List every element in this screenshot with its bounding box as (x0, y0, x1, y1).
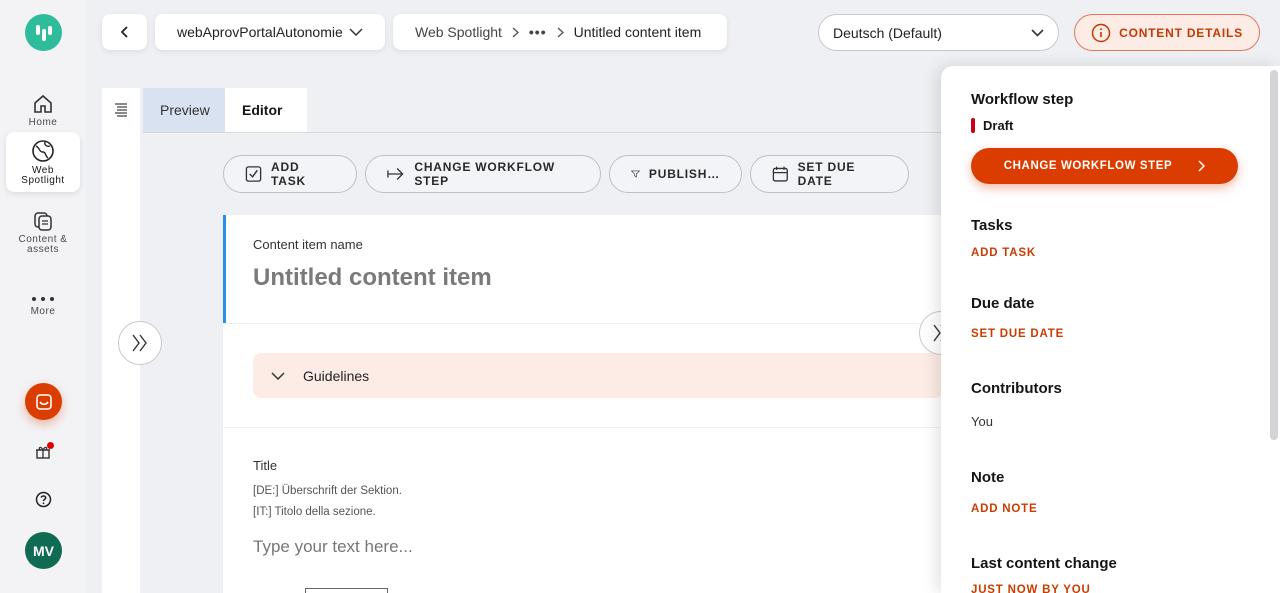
contributors-heading: Contributors (971, 380, 1062, 397)
more-dots-icon (32, 296, 54, 301)
contributor-name: You (971, 414, 993, 429)
chevron-right-icon (512, 26, 519, 38)
chevron-down-icon (271, 371, 285, 380)
notification-dot (47, 442, 54, 449)
content-details-label: CONTENT DETAILS (1119, 25, 1243, 40)
globe-icon (32, 139, 54, 162)
nav-more-label: More (30, 305, 56, 317)
nav-web-spotlight-label: Web Spotlight (21, 164, 65, 186)
project-selector[interactable]: webAprovPortalAutonomie (155, 14, 385, 50)
title-element: Title [DE:] Überschrift der Sektion. [IT… (223, 428, 943, 593)
help-icon (35, 491, 51, 507)
breadcrumb-ellipsis[interactable]: ••• (529, 24, 547, 40)
add-note-link[interactable]: ADD NOTE (971, 503, 1037, 515)
workflow-step-heading: Workflow step (971, 91, 1074, 108)
back-button[interactable] (102, 14, 147, 50)
double-chevron-right-icon (132, 334, 147, 352)
project-name: webAprovPortalAutonomie (177, 24, 343, 40)
nav-home-label: Home (28, 116, 58, 128)
nav-web-spotlight[interactable]: Web Spotlight (6, 132, 80, 192)
language-selector[interactable]: Deutsch (Default) (818, 14, 1059, 51)
action-bar: ADD TASK CHANGE WORKFLOW STEP PUBLISH… S… (223, 155, 909, 193)
help-button[interactable] (33, 489, 53, 509)
chevron-left-icon (120, 26, 128, 38)
panel-change-workflow-step-label: CHANGE WORKFLOW STEP (1003, 160, 1173, 172)
status-color-bar (971, 118, 975, 133)
nav-content-assets-label: Content & assets (18, 233, 68, 255)
view-tabs: Preview Editor (143, 88, 307, 132)
title-guideline-it: [IT:] Titolo della sezione. (253, 506, 376, 518)
tab-divider (143, 132, 943, 133)
guidelines-toggle[interactable]: Guidelines (253, 353, 943, 398)
guidelines-element: Guidelines (223, 324, 943, 427)
app-logo[interactable] (25, 14, 62, 51)
content-item-name-input[interactable]: Untitled content item (253, 264, 916, 292)
nav-home[interactable]: Home (6, 80, 80, 140)
expand-left-button[interactable] (118, 321, 162, 365)
home-icon (34, 94, 52, 113)
feedback-button[interactable] (25, 383, 62, 420)
panel-add-task-link[interactable]: ADD TASK (971, 247, 1036, 259)
publish-button[interactable]: PUBLISH… (609, 155, 742, 193)
breadcrumb: Web Spotlight ••• Untitled content item (393, 14, 727, 50)
tasks-heading: Tasks (971, 217, 1013, 234)
last-content-change-heading: Last content change (971, 555, 1117, 572)
workflow-status: Draft (971, 118, 1013, 133)
chevron-down-icon (1031, 28, 1044, 37)
panel-change-workflow-step-button[interactable]: CHANGE WORKFLOW STEP (971, 148, 1238, 184)
note-heading: Note (971, 469, 1005, 486)
whats-new-button[interactable] (33, 442, 54, 462)
title-label: Title (253, 458, 278, 473)
tab-editor[interactable]: Editor (225, 88, 307, 132)
add-task-label: ADD TASK (271, 160, 307, 188)
info-icon (1091, 23, 1111, 42)
change-workflow-step-label: CHANGE WORKFLOW STEP (414, 160, 556, 188)
arrow-right-icon (387, 168, 404, 180)
guidelines-label: Guidelines (303, 367, 370, 384)
content-details-panel: Workflow step Draft CHANGE WORKFLOW STEP… (941, 66, 1280, 593)
calendar-icon (772, 166, 788, 182)
logo-icon (35, 24, 52, 41)
panel-scrollbar[interactable] (1270, 70, 1278, 440)
chevron-right-icon (1198, 160, 1206, 172)
breadcrumb-current: Untitled content item (573, 24, 702, 40)
add-task-button[interactable]: ADD TASK (223, 155, 357, 193)
nav-more[interactable]: More (6, 275, 80, 335)
inbox-icon (35, 393, 52, 410)
content-details-button[interactable]: CONTENT DETAILS (1074, 14, 1260, 51)
left-navigation: Home Web Spotlight Content & assets More… (0, 0, 86, 593)
title-guideline-de: [DE:] Überschrift der Sektion. (253, 485, 402, 497)
chevron-down-icon (349, 28, 363, 36)
outline-icon[interactable] (114, 102, 128, 118)
breadcrumb-web-spotlight[interactable]: Web Spotlight (415, 24, 502, 40)
publish-icon (631, 170, 640, 178)
content-icon (34, 211, 52, 231)
last-content-change-value: JUST NOW BY YOU (971, 584, 1091, 593)
user-avatar[interactable]: MV (25, 532, 62, 569)
content-item-name-element: Content item name Untitled content item (223, 215, 943, 323)
set-due-date-button[interactable]: SET DUE DATE (750, 155, 909, 193)
language-value: Deutsch (Default) (833, 24, 942, 41)
nav-content-assets[interactable]: Content & assets (6, 202, 80, 262)
title-text-input[interactable]: Type your text here... (253, 537, 913, 557)
set-due-date-label: SET DUE DATE (797, 160, 856, 188)
chevron-right-icon (557, 26, 564, 38)
content-item-name-label: Content item name (253, 237, 363, 252)
publish-label: PUBLISH… (648, 167, 720, 181)
workflow-status-label: Draft (983, 118, 1014, 133)
tab-preview[interactable]: Preview (143, 88, 225, 132)
change-workflow-step-button[interactable]: CHANGE WORKFLOW STEP (365, 155, 601, 193)
checkbox-icon (245, 166, 262, 182)
due-date-heading: Due date (971, 295, 1035, 312)
panel-set-due-date-link[interactable]: SET DUE DATE (971, 328, 1064, 340)
embedded-preview-box (305, 588, 388, 593)
